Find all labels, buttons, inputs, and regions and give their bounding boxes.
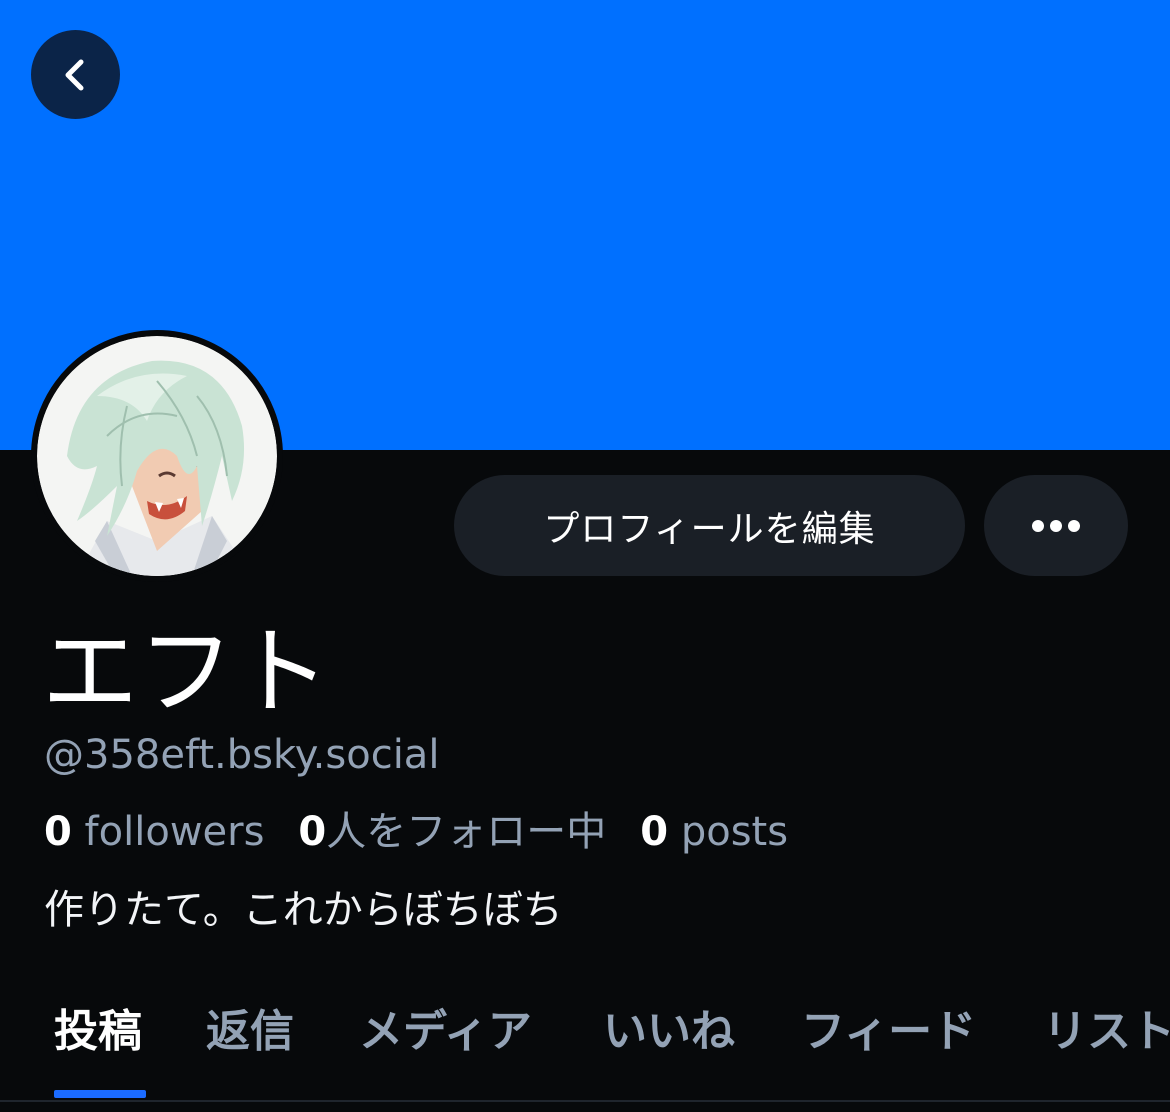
chevron-left-icon: [65, 59, 83, 90]
profile-tabs: 投稿 返信 メディア いいね フィード リスト: [0, 998, 1170, 1102]
following-count: 0: [298, 809, 327, 855]
tabs-divider: [0, 1100, 1170, 1102]
display-name: エフト: [42, 616, 330, 728]
followers-stat[interactable]: 0 followers: [44, 809, 264, 855]
avatar[interactable]: [31, 330, 283, 582]
active-tab-indicator: [54, 1090, 146, 1098]
tab-likes[interactable]: いいね: [603, 1002, 735, 1062]
profile-handle: @358eft.bsky.social: [44, 732, 440, 778]
posts-count: 0: [640, 809, 669, 855]
tab-replies[interactable]: 返信: [206, 1002, 294, 1062]
ellipsis-icon: [1032, 519, 1080, 532]
profile-stats: 0 followers 0人をフォロー中 0 posts: [44, 806, 788, 858]
followers-label: followers: [71, 809, 265, 855]
posts-label: posts: [668, 809, 789, 855]
following-stat[interactable]: 0人をフォロー中: [298, 809, 606, 855]
more-options-button[interactable]: [984, 475, 1128, 576]
edit-profile-button[interactable]: プロフィールを編集: [454, 475, 965, 576]
back-button[interactable]: [31, 30, 120, 119]
following-label: 人をフォロー中: [326, 809, 607, 855]
tab-lists[interactable]: リスト: [1043, 1002, 1170, 1062]
posts-stat: 0 posts: [640, 809, 788, 855]
followers-count: 0: [44, 809, 72, 855]
tab-posts[interactable]: 投稿: [54, 1002, 142, 1062]
tab-feeds[interactable]: フィード: [801, 1002, 976, 1062]
profile-bio: 作りたて。これからぼちぼち: [44, 887, 563, 933]
tab-media[interactable]: メディア: [359, 1002, 532, 1062]
avatar-illustration: [37, 336, 277, 576]
